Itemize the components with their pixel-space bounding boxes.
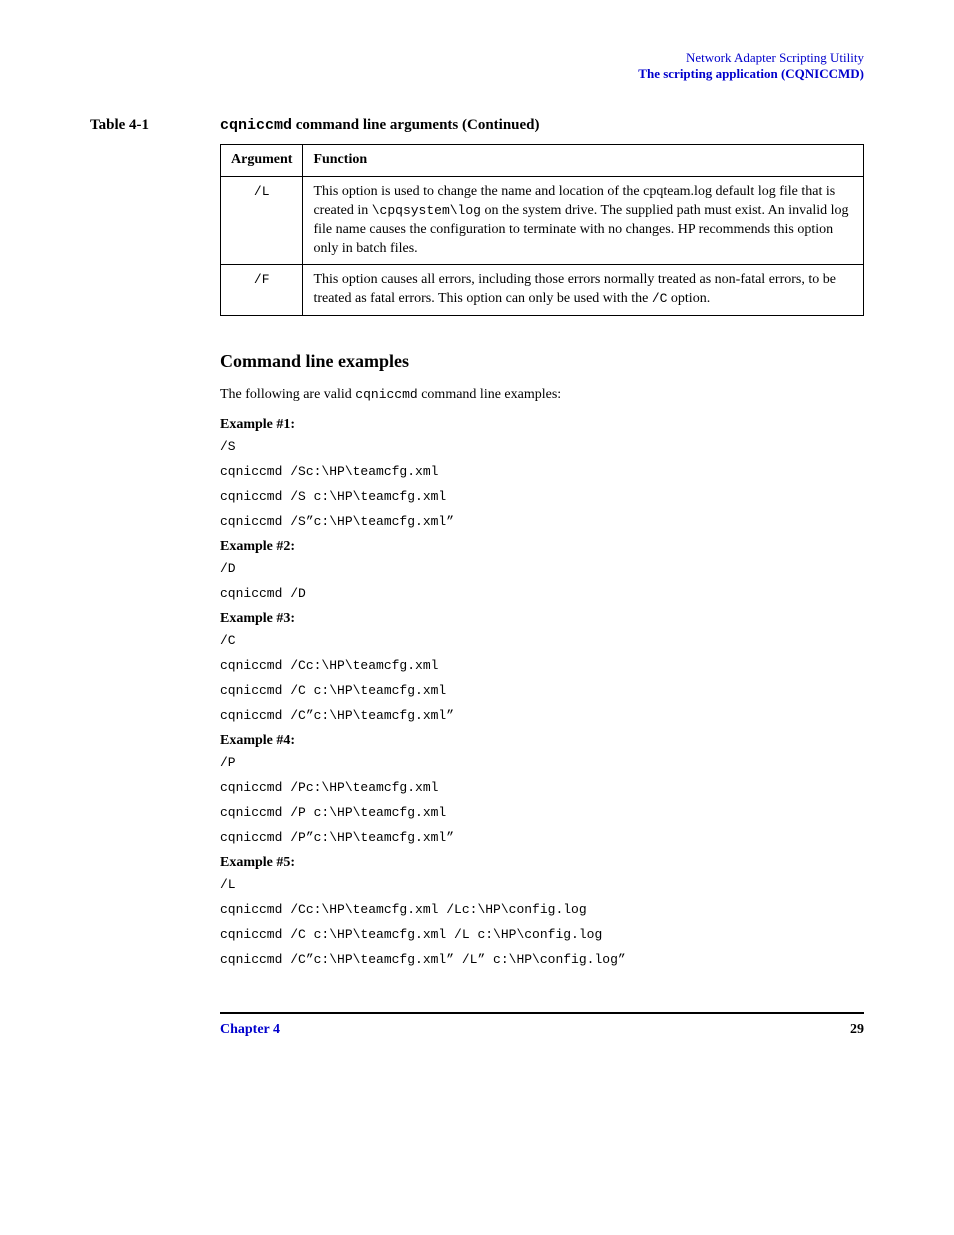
example-title: Example #1: — [220, 417, 864, 433]
example-code-line: cqniccmd /C c:\HP\teamcfg.xml /L c:\HP\c… — [220, 927, 864, 942]
example-code-line: cqniccmd /Cc:\HP\teamcfg.xml /Lc:\HP\con… — [220, 902, 864, 917]
example-code-line: cqniccmd /P”c:\HP\teamcfg.xml” — [220, 830, 864, 845]
arguments-table: Argument Function /LThis option is used … — [220, 144, 864, 316]
example-code-line: cqniccmd /S”c:\HP\teamcfg.xml” — [220, 514, 864, 529]
header-utility-name: Network Adapter Scripting Utility — [90, 50, 864, 66]
example-code-line: cqniccmd /Sc:\HP\teamcfg.xml — [220, 464, 864, 479]
page-footer: Chapter 4 29 — [220, 1012, 864, 1038]
example-title: Example #5: — [220, 855, 864, 871]
col-argument: Argument — [221, 145, 303, 177]
example-code-line: cqniccmd /Cc:\HP\teamcfg.xml — [220, 658, 864, 673]
example-title: Example #2: — [220, 539, 864, 555]
table-caption-text: cqniccmd command line arguments (Continu… — [220, 117, 540, 134]
func-text: This option causes all errors, including… — [313, 272, 836, 306]
example-code-line: cqniccmd /Pc:\HP\teamcfg.xml — [220, 780, 864, 795]
example-code-line: /L — [220, 877, 864, 892]
header-section-name: The scripting application (CQNICCMD) — [90, 66, 864, 82]
example-title: Example #4: — [220, 733, 864, 749]
example-code-line: /D — [220, 561, 864, 576]
example-code-line: cqniccmd /C”c:\HP\teamcfg.xml” — [220, 708, 864, 723]
content-body: Argument Function /LThis option is used … — [220, 144, 864, 1038]
table-header-row: Argument Function — [221, 145, 864, 177]
arg-cell: /L — [221, 176, 303, 265]
examples-intro: The following are valid cqniccmd command… — [220, 386, 864, 405]
func-cell: This option is used to change the name a… — [303, 176, 864, 265]
examples-list: Example #1: /S cqniccmd /Sc:\HP\teamcfg.xm… — [220, 417, 864, 967]
func-code: \cpqsystem\log — [372, 203, 481, 218]
table-row: /LThis option is used to change the name… — [221, 176, 864, 265]
arg-cell: /F — [221, 265, 303, 316]
example-code-line: cqniccmd /P c:\HP\teamcfg.xml — [220, 805, 864, 820]
table-caption: Table 4-1 cqniccmd command line argument… — [90, 117, 864, 134]
footer-chapter: Chapter 4 — [220, 1022, 280, 1038]
footer-page-number: 29 — [850, 1022, 864, 1038]
intro-pre: The following are valid — [220, 387, 355, 402]
page-header: Network Adapter Scripting Utility The sc… — [90, 50, 864, 82]
example-code-line: cqniccmd /C c:\HP\teamcfg.xml — [220, 683, 864, 698]
example-code-line: /S — [220, 439, 864, 454]
table-caption-label: Table 4-1 — [90, 117, 220, 134]
table-row: /F This option causes all errors, includi… — [221, 265, 864, 316]
example-code-line: /C — [220, 633, 864, 648]
example-code-line: cqniccmd /C”c:\HP\teamcfg.xml” /L” c:\HP… — [220, 952, 864, 967]
page: Network Adapter Scripting Utility The sc… — [0, 0, 954, 1088]
func-text: option. — [667, 291, 710, 306]
example-code-line: /P — [220, 755, 864, 770]
example-title: Example #3: — [220, 611, 864, 627]
func-cell: This option causes all errors, including… — [303, 265, 864, 316]
example-code-line: cqniccmd /S c:\HP\teamcfg.xml — [220, 489, 864, 504]
table-caption-suffix: command line arguments (Continued) — [292, 117, 540, 133]
func-code: /C — [652, 291, 668, 306]
intro-post: command line examples: — [418, 387, 561, 402]
example-code-line: cqniccmd /D — [220, 586, 864, 601]
table-caption-code: cqniccmd — [220, 117, 292, 134]
examples-heading: Command line examples — [220, 351, 864, 372]
col-function: Function — [303, 145, 864, 177]
intro-code: cqniccmd — [355, 387, 417, 402]
